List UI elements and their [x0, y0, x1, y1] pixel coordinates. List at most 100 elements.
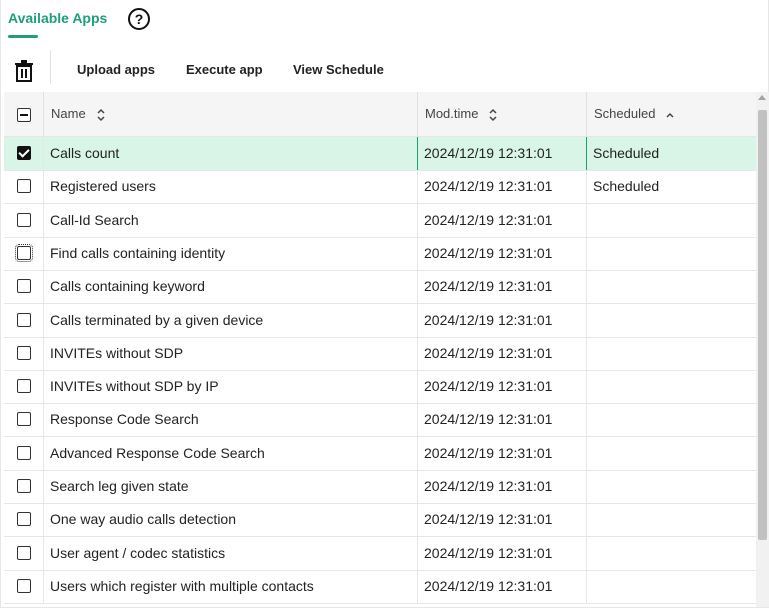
cell-divider [43, 270, 44, 304]
column-header-name[interactable]: Name [51, 92, 106, 136]
toolbar: Upload apps Execute app View Schedule [0, 48, 769, 92]
table-row[interactable]: Registered users 2024/12/19 12:31:01 Sched… [4, 170, 756, 205]
cell-divider [417, 336, 418, 370]
row-checkbox[interactable] [17, 445, 31, 460]
scrollbar-thumb[interactable] [758, 110, 767, 540]
column-header-modtime[interactable]: Mod.time [425, 92, 498, 136]
cell-divider [586, 303, 587, 337]
cell-divider [417, 536, 418, 570]
cell-name: Call-Id Search [50, 211, 139, 228]
table-row[interactable]: One way audio calls detection 2024/12/19 … [4, 503, 756, 538]
cell-divider [43, 203, 44, 237]
cell-divider [417, 503, 418, 537]
cell-divider [43, 170, 44, 204]
cell-name: Search leg given state [50, 478, 189, 494]
cell-scheduled: Scheduled [593, 145, 660, 161]
cell-divider [43, 503, 44, 537]
view-schedule-button[interactable]: View Schedule [293, 62, 384, 77]
sort-ascending-icon[interactable] [665, 108, 675, 122]
table-row[interactable]: Search leg given state 2024/12/19 12:31:0… [4, 470, 756, 504]
table-row[interactable]: Calls terminated by a given device 2024/1… [4, 303, 756, 338]
row-checkbox[interactable] [17, 312, 31, 327]
row-checkbox[interactable] [17, 146, 31, 160]
toolbar-divider [50, 50, 51, 84]
cell-divider [586, 236, 587, 270]
cell-divider [417, 370, 418, 404]
cell-divider [586, 403, 587, 437]
cell-mod-time: 2024/12/19 12:31:01 [424, 244, 553, 261]
vertical-scrollbar[interactable] [756, 92, 769, 607]
cell-name: Calls containing keyword [50, 278, 205, 295]
cell-mod-time: 2024/12/19 12:31:01 [424, 444, 553, 461]
cell-divider [417, 569, 418, 603]
column-scheduled-label: Scheduled [594, 106, 656, 121]
cell-divider [586, 370, 587, 404]
cell-divider [586, 470, 587, 503]
cell-name: Calls terminated by a given device [50, 311, 264, 328]
scroll-up-arrow-icon[interactable] [758, 95, 766, 100]
cell-name: Response Code Search [50, 411, 199, 428]
tab-available-apps[interactable]: Available Apps [8, 10, 107, 26]
cell-divider [417, 270, 418, 304]
row-checkbox[interactable] [17, 345, 31, 360]
table-row[interactable]: Calls containing keyword 2024/12/19 12:31… [4, 270, 756, 305]
cell-divider [586, 436, 587, 470]
cell-divider [43, 403, 44, 437]
cell-mod-time: 2024/12/19 12:31:01 [424, 478, 553, 494]
sort-updown-icon[interactable] [96, 108, 106, 122]
cell-name: INVITEs without SDP [50, 344, 184, 361]
cell-divider [417, 403, 418, 437]
cell-mod-time: 2024/12/19 12:31:01 [424, 178, 553, 195]
cell-mod-time: 2024/12/19 12:31:01 [424, 511, 553, 528]
cell-divider [43, 569, 44, 603]
row-checkbox[interactable] [17, 545, 31, 560]
cell-divider [417, 236, 418, 270]
trash-icon[interactable] [14, 60, 34, 82]
cell-mod-time: 2024/12/19 12:31:01 [424, 278, 553, 295]
sort-updown-icon[interactable] [488, 108, 498, 122]
table-header: Name Mod.time Scheduled [4, 92, 756, 137]
cell-divider [586, 170, 587, 204]
cell-name: Find calls containing identity [50, 244, 226, 261]
column-divider [417, 92, 418, 136]
table-row[interactable]: Response Code Search 2024/12/19 12:31:01 [4, 403, 756, 438]
cell-name: Calls count [50, 145, 120, 161]
cell-name: Advanced Response Code Search [50, 444, 265, 461]
row-checkbox[interactable] [17, 479, 31, 493]
cell-name: INVITEs without SDP by IP [50, 378, 219, 395]
row-checkbox[interactable] [17, 212, 31, 227]
row-checkbox[interactable] [17, 379, 31, 394]
table-row[interactable]: Calls count 2024/12/19 12:31:01 Scheduled [4, 137, 756, 171]
column-divider [43, 92, 44, 136]
cell-mod-time: 2024/12/19 12:31:01 [424, 378, 553, 395]
select-all-checkbox[interactable] [17, 108, 31, 122]
row-checkbox[interactable] [17, 412, 31, 427]
help-icon[interactable]: ? [128, 8, 150, 30]
tab-bar: Available Apps ? [0, 0, 769, 40]
table-row[interactable]: Advanced Response Code Search 2024/12/19 … [4, 436, 756, 471]
execute-app-button[interactable]: Execute app [186, 62, 263, 77]
column-name-label: Name [51, 106, 86, 121]
row-checkbox[interactable] [17, 279, 31, 294]
table-row[interactable]: INVITEs without SDP by IP 2024/12/19 12:3… [4, 370, 756, 405]
table-row[interactable]: User agent / codec statistics 2024/12/19 … [4, 536, 756, 571]
column-header-scheduled[interactable]: Scheduled [594, 92, 675, 136]
cell-divider [417, 436, 418, 470]
row-checkbox[interactable] [17, 512, 31, 527]
cell-mod-time: 2024/12/19 12:31:01 [424, 145, 553, 161]
table-row[interactable]: INVITEs without SDP 2024/12/19 12:31:01 [4, 336, 756, 371]
row-checkbox[interactable] [17, 179, 31, 194]
upload-apps-button[interactable]: Upload apps [77, 62, 155, 77]
table-row[interactable]: Users which register with multiple conta… [4, 569, 756, 604]
cell-name: User agent / codec statistics [50, 544, 226, 561]
row-checkbox[interactable] [15, 243, 33, 262]
table-row[interactable]: Call-Id Search 2024/12/19 12:31:01 [4, 203, 756, 238]
cell-mod-time: 2024/12/19 12:31:01 [424, 411, 553, 428]
table-row[interactable]: Find calls containing identity 2024/12/19… [4, 236, 756, 271]
cell-divider [43, 236, 44, 270]
cell-divider [586, 336, 587, 370]
column-divider [586, 92, 587, 136]
row-checkbox[interactable] [17, 578, 31, 593]
cell-divider [586, 137, 587, 170]
cell-divider [43, 303, 44, 337]
